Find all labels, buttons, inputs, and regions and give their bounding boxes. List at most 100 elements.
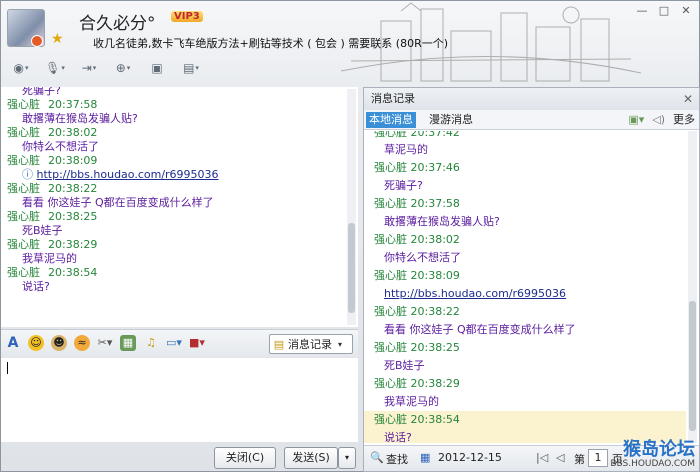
bottom-button-bar: 关闭(C) 发送(S) ▾ bbox=[1, 444, 358, 472]
history-tools: ▣▾ ◁) 更多 bbox=[628, 111, 695, 127]
export-icon[interactable]: ▣▾ bbox=[628, 113, 644, 126]
history-title: 消息记录 bbox=[371, 92, 415, 105]
image-icon[interactable]: ▦ bbox=[120, 335, 136, 351]
message-text: 敢撂薄在猴岛发骗人贴? bbox=[22, 112, 138, 125]
history-message-header: 强心脏 20:37:46 bbox=[374, 161, 460, 174]
watermark-url: BBS.HOUDAO.COM bbox=[610, 459, 695, 469]
message-header: 强心脏 20:37:58 bbox=[7, 96, 345, 111]
message-header: 强心脏 20:38:25 bbox=[7, 208, 345, 223]
contact-signature: 收几名徒弟,数卡飞车绝版方法+刷钻等技术 ( 包会 ) 需要联系 (80R一个) bbox=[93, 37, 449, 50]
history-message-text: 看看 你这娃子 Q都在百度变成什么样了 bbox=[384, 323, 576, 336]
search-icon[interactable]: 🔍 bbox=[370, 451, 384, 464]
close-icon[interactable]: ✕ bbox=[683, 88, 693, 110]
message-text: 说话? bbox=[22, 280, 50, 293]
first-page-icon[interactable]: |◁ bbox=[536, 451, 548, 464]
message-header: 强心脏 20:38:22 bbox=[7, 180, 345, 195]
tab-roaming-messages[interactable]: 漫游消息 bbox=[426, 112, 476, 128]
message-text: 看看 你这娃子 Q都在百度变成什么样了 bbox=[22, 196, 214, 209]
font-icon[interactable]: A bbox=[5, 335, 21, 351]
history-date[interactable]: 2012-12-15 bbox=[438, 451, 502, 464]
input-toolbar: A ☺ ☻ ≈ ✂▾ ▦ ♫ ▭▾ ■▾ ▤ 消息记录 ▾ bbox=[1, 329, 358, 357]
history-message-header: 强心脏 20:38:09 bbox=[374, 269, 460, 282]
chat-window: ★ 合久必分° VIP3 收几名徒弟,数卡飞车绝版方法+刷钻等技术 ( 包会 )… bbox=[0, 0, 700, 472]
history-message-text: 敢撂薄在猴岛发骗人贴? bbox=[384, 215, 500, 228]
prev-page-icon[interactable]: ◁ bbox=[556, 451, 564, 464]
video-call-icon[interactable]: ◉ ▾ bbox=[7, 59, 35, 77]
history-tabs: 本地消息 漫游消息 ▣▾ ◁) 更多 bbox=[364, 110, 699, 130]
history-title-bar: 消息记录 ✕ bbox=[364, 88, 699, 110]
close-window-button[interactable]: ✕ bbox=[675, 3, 697, 19]
history-message-text: 死骗子? bbox=[384, 179, 423, 192]
message-header: 强心脏 20:38:09 bbox=[7, 152, 345, 167]
message-history-button[interactable]: ▤ 消息记录 ▾ bbox=[269, 334, 353, 354]
window-header: ★ 合久必分° VIP3 收几名徒弟,数卡飞车绝版方法+刷钻等技术 ( 包会 )… bbox=[1, 1, 700, 85]
history-message-text: 草泥马的 bbox=[384, 143, 428, 156]
message-history-panel: 消息记录 ✕ 本地消息 漫游消息 ▣▾ ◁) 更多 强心脏 20:37:42 草… bbox=[363, 87, 700, 472]
header-toolbar: ◉ ▾ 🎙 ▾ ⇥ ▾ ⊕ ▾ ▣ ▤ ▾ bbox=[7, 59, 205, 77]
history-message-text: 我草泥马的 bbox=[384, 395, 439, 408]
app-icon[interactable]: ▤ ▾ bbox=[177, 59, 205, 77]
watermark-title: 猴岛论坛 bbox=[623, 439, 695, 460]
history-message-header: 强心脏 20:38:29 bbox=[374, 377, 460, 390]
chat-scroll-thumb[interactable] bbox=[348, 223, 355, 313]
speaker-icon[interactable]: ◁) bbox=[652, 113, 665, 126]
history-message-header: 强心脏 20:38:02 bbox=[374, 233, 460, 246]
close-button[interactable]: 关闭(C) bbox=[214, 447, 276, 469]
maximize-button[interactable]: □ bbox=[653, 3, 675, 19]
page-number-input[interactable]: 1 bbox=[588, 449, 608, 467]
send-button[interactable]: 发送(S) bbox=[284, 447, 338, 469]
shake-icon[interactable]: ≈ bbox=[74, 335, 90, 351]
message-text: 我草泥马的 bbox=[22, 252, 77, 265]
history-scroll-thumb[interactable] bbox=[689, 301, 696, 431]
busy-status-icon bbox=[31, 35, 43, 47]
remote-desktop-icon[interactable]: ▣ bbox=[143, 59, 171, 77]
window-controls: — □ ✕ bbox=[631, 3, 697, 19]
partial-message: 死骗子? bbox=[22, 87, 61, 97]
history-message-header: 强心脏 20:38:54 bbox=[364, 411, 686, 429]
site-watermark: 猴岛论坛 BBS.HOUDAO.COM bbox=[610, 439, 695, 470]
chat-messages: 死骗子? 强心脏 20:37:58 敢撂薄在猴岛发骗人贴? 强心脏 20:38:02 你特… bbox=[7, 87, 345, 293]
voice-icon[interactable]: 🎙 ▾ bbox=[41, 59, 69, 77]
calendar-icon[interactable]: ▦ bbox=[420, 451, 430, 464]
emoji-icon[interactable]: ☺ bbox=[28, 335, 44, 351]
history-partial-row: 强心脏 20:37:42 bbox=[374, 131, 460, 139]
message-text: 你特么不想活了 bbox=[22, 140, 99, 153]
vip-badge[interactable]: VIP3 bbox=[171, 11, 203, 22]
history-icon: ▤ bbox=[273, 337, 285, 351]
page-prefix: 第 bbox=[574, 453, 585, 466]
text-caret bbox=[7, 362, 8, 374]
message-header: 强心脏 20:38:02 bbox=[7, 124, 345, 139]
chat-log[interactable]: 死骗子? 强心脏 20:37:58 敢撂薄在猴岛发骗人贴? 强心脏 20:38:02 你特… bbox=[1, 87, 358, 327]
history-message-text: 你特么不想活了 bbox=[384, 251, 461, 264]
history-message-list[interactable]: 强心脏 20:37:42 草泥马的强心脏 20:37:46 死骗子? 强心脏 20:… bbox=[364, 131, 686, 443]
magic-emoji-icon[interactable]: ☻ bbox=[51, 335, 67, 351]
history-message-header: 强心脏 20:38:25 bbox=[374, 341, 460, 354]
history-message-text: 死B娃子 bbox=[384, 359, 425, 372]
send-options-chevron-icon[interactable]: ▾ bbox=[338, 447, 356, 469]
music-icon[interactable]: ♫ bbox=[143, 335, 159, 351]
message-link-row: ⓘ http://bbs.houdao.com/r6995036 bbox=[7, 166, 345, 181]
search-button[interactable]: 查找 bbox=[386, 451, 408, 467]
screen-share-icon[interactable]: ▭▾ bbox=[166, 335, 182, 351]
star-icon[interactable]: ★ bbox=[51, 31, 64, 47]
history-message-header: 强心脏 20:38:22 bbox=[374, 305, 460, 318]
contact-nickname: 合久必分° bbox=[79, 14, 156, 34]
minimize-button[interactable]: — bbox=[631, 3, 653, 19]
transfer-file-icon[interactable]: ⇥ ▾ bbox=[75, 59, 103, 77]
screenshot-icon[interactable]: ✂▾ bbox=[97, 335, 113, 351]
history-message-header: 强心脏 20:37:58 bbox=[374, 197, 460, 210]
chevron-down-icon[interactable]: ▾ bbox=[338, 340, 342, 349]
message-history-label: 消息记录 bbox=[288, 338, 332, 351]
message-text: 死B娃子 bbox=[22, 224, 63, 237]
tab-local-messages[interactable]: 本地消息 bbox=[366, 112, 416, 128]
gift-icon[interactable]: ■▾ bbox=[189, 335, 205, 351]
message-header: 强心脏 20:38:29 bbox=[7, 236, 345, 251]
message-input[interactable] bbox=[1, 358, 358, 442]
chat-scrollbar[interactable] bbox=[347, 89, 356, 325]
history-scrollbar[interactable] bbox=[688, 131, 697, 443]
history-message-link[interactable]: http://bbs.houdao.com/r6995036 bbox=[364, 285, 686, 303]
message-header: 强心脏 20:38:54 bbox=[7, 264, 345, 279]
more-button[interactable]: 更多 bbox=[673, 111, 695, 127]
message-time: 20:38:54 bbox=[48, 266, 98, 279]
add-member-icon[interactable]: ⊕ ▾ bbox=[109, 59, 137, 77]
